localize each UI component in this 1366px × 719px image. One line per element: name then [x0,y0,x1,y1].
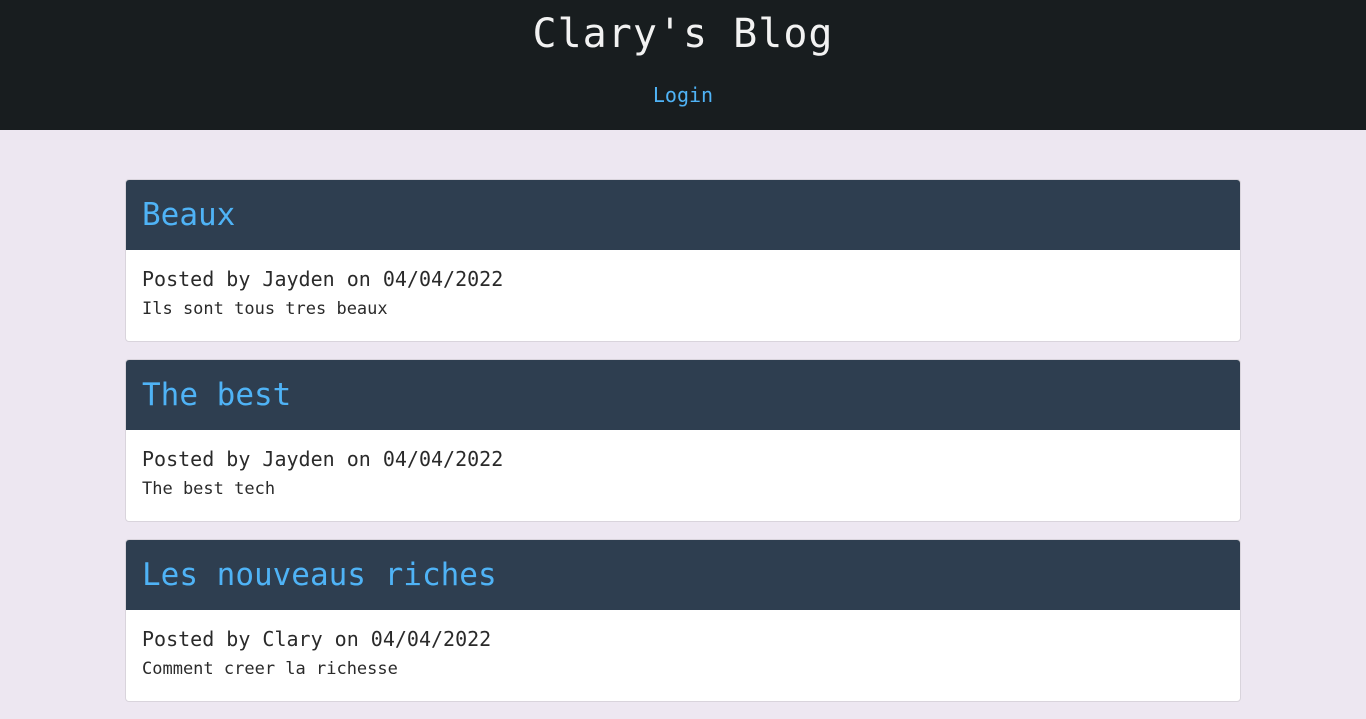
site-title: Clary's Blog [532,11,834,57]
post-header: Beaux [126,180,1240,250]
post-title-link[interactable]: The best [142,377,291,413]
post-card: Beaux Posted by Jayden on 04/04/2022 Ils… [125,179,1241,342]
post-content: The best tech [142,479,276,499]
post-content: Comment creer la richesse [142,659,398,679]
post-body: Posted by Jayden on 04/04/2022 The best … [126,430,1240,500]
post-card: The best Posted by Jayden on 04/04/2022 … [125,359,1241,522]
post-content: Ils sont tous tres beaux [142,299,388,319]
post-title-link[interactable]: Beaux [142,197,235,233]
main-nav: Login [0,82,1366,108]
post-meta: Posted by Jayden on 04/04/2022 [142,267,504,291]
post-meta: Posted by Clary on 04/04/2022 [142,627,492,651]
post-meta: Posted by Jayden on 04/04/2022 [142,447,504,471]
post-title-link[interactable]: Les nouveaus riches [142,557,497,593]
post-header: Les nouveaus riches [126,540,1240,610]
post-header: The best [126,360,1240,430]
post-body: Posted by Jayden on 04/04/2022 Ils sont … [126,250,1240,320]
post-list: Beaux Posted by Jayden on 04/04/2022 Ils… [125,179,1241,719]
login-link[interactable]: Login [653,83,713,107]
post-body: Posted by Clary on 04/04/2022 Comment cr… [126,610,1240,680]
post-card: Les nouveaus riches Posted by Clary on 0… [125,539,1241,702]
site-header: Clary's Blog Login [0,0,1366,130]
